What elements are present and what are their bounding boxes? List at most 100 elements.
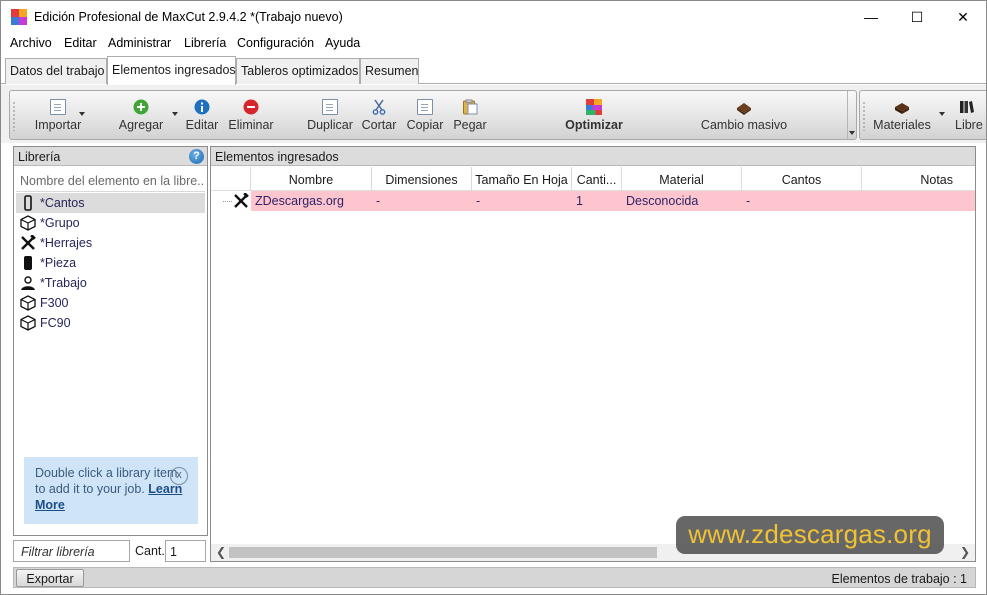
column-material[interactable]: Material: [622, 167, 742, 191]
piece-icon: [24, 256, 32, 270]
delete-red-icon: [243, 99, 259, 115]
maximize-button[interactable]: ☐: [894, 1, 940, 33]
main-toolbar: Importar Agregar Editar Eliminar Duplica…: [9, 90, 857, 140]
library-header: Librería ?: [14, 147, 207, 166]
watermark: www.zdescargas.org: [676, 516, 944, 554]
materiales-button[interactable]: Materiales: [868, 91, 936, 139]
import-document-icon: [50, 99, 66, 115]
board-material-icon: [737, 103, 751, 115]
menu-libreria[interactable]: Librería: [184, 36, 226, 50]
maxcut-logo-icon: [11, 9, 27, 25]
library-item-fc90[interactable]: FC90: [16, 313, 205, 333]
library-panel: Librería ? Nombre del elemento en la lib…: [13, 146, 208, 536]
menu-editar[interactable]: Editar: [64, 36, 97, 50]
group-icon: [20, 295, 36, 311]
elements-grid-header: Nombre Dimensiones Tamaño En Hoja Canti.…: [211, 167, 975, 191]
add-green-icon: [133, 99, 149, 115]
materials-board-icon: [895, 103, 909, 114]
help-icon[interactable]: ?: [189, 149, 204, 164]
toolbar-grip[interactable]: [13, 101, 15, 131]
table-row[interactable]: ZDescargas.org - - 1 Desconocida -: [251, 191, 975, 211]
library-books-icon: [960, 101, 974, 113]
column-tamano-en-hoja[interactable]: Tamaño En Hoja: [472, 167, 572, 191]
tab-datos-del-trabajo[interactable]: Datos del trabajo: [5, 58, 107, 84]
element-count: Elementos de trabajo : 1: [831, 572, 968, 586]
tab-tableros-optimizados[interactable]: Tableros optimizados: [236, 58, 360, 84]
agregar-dropdown-icon[interactable]: [172, 112, 178, 116]
cell-tamano: -: [476, 194, 481, 208]
main-tabs: Datos del trabajo Elementos ingresados T…: [1, 54, 986, 85]
library-item-trabajo[interactable]: *Trabajo: [16, 273, 205, 293]
cell-material: Desconocida: [626, 194, 699, 208]
close-button[interactable]: ✕: [940, 1, 986, 33]
materiales-dropdown-icon[interactable]: [939, 112, 945, 116]
cell-dimensiones: -: [376, 194, 381, 208]
importar-dropdown-icon[interactable]: [79, 112, 85, 116]
quantity-label: Cant.: [135, 544, 165, 558]
scroll-left-icon[interactable]: ❮: [216, 545, 226, 559]
library-info-box: Double click a library item to add it to…: [24, 457, 198, 524]
cortar-button[interactable]: Cortar: [358, 91, 400, 139]
tab-elementos-ingresados[interactable]: Elementos ingresados: [107, 56, 236, 85]
menu-archivo[interactable]: Archivo: [10, 36, 52, 50]
agregar-button[interactable]: Agregar: [112, 91, 170, 139]
duplicar-button[interactable]: Duplicar: [304, 91, 356, 139]
library-filter-input[interactable]: Filtrar librería: [13, 540, 130, 562]
cell-cantos: -: [746, 194, 751, 208]
library-item-f300[interactable]: F300: [16, 293, 205, 313]
toolbar-area: Importar Agregar Editar Eliminar Duplica…: [1, 85, 986, 143]
copy-document-icon: [417, 99, 433, 115]
library-item-grupo[interactable]: *Grupo: [16, 213, 205, 233]
column-dimensiones[interactable]: Dimensiones: [372, 167, 472, 191]
elements-header: Elementos ingresados: [211, 147, 975, 166]
hardware-tools-icon: [234, 193, 249, 208]
group-icon: [20, 215, 36, 231]
exportar-button[interactable]: Exportar: [16, 569, 84, 587]
column-spacer: [211, 167, 251, 191]
column-nombre[interactable]: Nombre: [251, 167, 372, 191]
toolbar-overflow-icon[interactable]: [847, 91, 856, 139]
elements-panel: Elementos ingresados Nombre Dimensiones …: [210, 146, 976, 562]
library-item-herrajes[interactable]: *Herrajes: [16, 233, 205, 253]
status-bar: Exportar Elementos de trabajo : 1: [13, 567, 976, 588]
editar-button[interactable]: Editar: [182, 91, 222, 139]
column-cantidad[interactable]: Canti...: [572, 167, 622, 191]
menu-administrar[interactable]: Administrar: [108, 36, 171, 50]
library-search-input[interactable]: Nombre del elemento en la libre...: [16, 170, 205, 192]
duplicate-document-icon: [322, 99, 338, 115]
menu-bar: Archivo Editar Administrar Librería Conf…: [1, 33, 986, 54]
optimize-grid-icon: [586, 99, 602, 115]
toolbar-grip[interactable]: [863, 101, 865, 131]
library-item-cantos[interactable]: *Cantos: [16, 193, 205, 213]
optimizar-button[interactable]: Optimizar: [557, 91, 631, 139]
title-bar: Edición Profesional de MaxCut 2.9.4.2 *(…: [1, 1, 986, 33]
scroll-right-icon[interactable]: ❯: [960, 545, 970, 559]
group-icon: [20, 315, 36, 331]
scroll-thumb[interactable]: [229, 547, 657, 558]
copiar-button[interactable]: Copiar: [403, 91, 447, 139]
libre-button[interactable]: Libre: [950, 91, 987, 139]
menu-ayuda[interactable]: Ayuda: [325, 36, 360, 50]
quantity-input[interactable]: 1: [165, 540, 206, 562]
eliminar-button[interactable]: Eliminar: [226, 91, 276, 139]
menu-configuracion[interactable]: Configuración: [237, 36, 314, 50]
column-cantos[interactable]: Cantos: [742, 167, 862, 191]
paste-clipboard-icon: [463, 99, 478, 115]
info-close-icon[interactable]: x: [170, 467, 188, 485]
job-icon: [21, 276, 35, 290]
materials-toolbar: Materiales Libre: [859, 90, 986, 140]
cell-nombre: ZDescargas.org: [255, 194, 344, 208]
column-notas[interactable]: Notas: [862, 167, 975, 191]
library-item-pieza[interactable]: *Pieza: [16, 253, 205, 273]
pegar-button[interactable]: Pegar: [450, 91, 490, 139]
tree-connector: [223, 201, 232, 202]
scissors-icon: [372, 99, 386, 115]
window-title: Edición Profesional de MaxCut 2.9.4.2 *(…: [34, 10, 343, 24]
tab-resumen[interactable]: Resumen: [360, 58, 419, 84]
hardware-tools-icon: [21, 235, 36, 250]
cambio-masivo-button[interactable]: Cambio masivo: [694, 91, 794, 139]
info-edit-icon: [194, 99, 210, 115]
app-window: Edición Profesional de MaxCut 2.9.4.2 *(…: [0, 0, 987, 595]
edge-band-icon: [24, 195, 32, 211]
minimize-button[interactable]: —: [848, 1, 894, 33]
